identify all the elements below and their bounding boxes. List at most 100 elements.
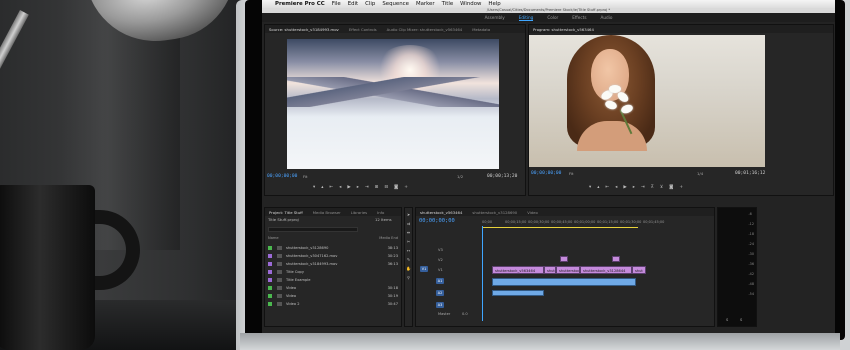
source-timecode[interactable]: 00;00;00;00 [267, 174, 297, 179]
v2-title-clip-2[interactable] [612, 256, 620, 262]
tab-sequence-2[interactable]: shutterstock_v3128690 [472, 210, 517, 215]
workspace-effects[interactable]: Effects [572, 15, 586, 20]
program-fit-select[interactable]: Fit [569, 171, 573, 176]
workspace-assembly[interactable]: Assembly [485, 15, 505, 20]
mark-in-icon[interactable]: ▾ [313, 185, 315, 190]
project-item[interactable]: Video 30:18 [268, 284, 398, 291]
project-item[interactable]: Title Copy [268, 268, 398, 275]
program-step-forward-icon[interactable]: ▸ [633, 185, 635, 190]
playhead[interactable] [482, 226, 483, 321]
project-item[interactable]: Title Example [268, 276, 398, 283]
pen-tool-icon[interactable]: ✎ [407, 257, 410, 262]
zoom-tool-icon[interactable]: ⚲ [407, 275, 410, 280]
track-select-tool-icon[interactable]: ⇉ [407, 221, 410, 226]
menu-edit[interactable]: Edit [348, 1, 358, 7]
insert-icon[interactable]: ⊞ [375, 185, 379, 190]
program-mark-in-icon[interactable]: ▾ [589, 185, 591, 190]
track-a2-button[interactable]: A2 [436, 290, 444, 296]
step-forward-icon[interactable]: ▸ [357, 185, 359, 190]
tab-libraries[interactable]: Libraries [351, 210, 367, 215]
camera-icon[interactable]: ◙ [394, 185, 398, 190]
extract-icon[interactable]: ⊻ [660, 185, 663, 190]
meter-solo-left[interactable]: S [726, 318, 728, 322]
slip-tool-icon[interactable]: ↔ [407, 248, 410, 253]
menu-sequence[interactable]: Sequence [382, 1, 409, 7]
program-mark-out-icon[interactable]: ▴ [597, 185, 599, 190]
app-menu[interactable]: Premiere Pro CC [275, 1, 325, 7]
track-a1-button[interactable]: A1 [436, 278, 444, 284]
tab-info[interactable]: Info [377, 210, 384, 215]
tab-audio-clip-mixer[interactable]: Audio Clip Mixer: shutterstock_v563464 [387, 27, 463, 32]
menu-title[interactable]: Title [442, 1, 454, 7]
column-media-end[interactable]: Media End [379, 236, 398, 241]
menu-help[interactable]: Help [488, 1, 500, 7]
menu-file[interactable]: File [332, 1, 341, 7]
menu-clip[interactable]: Clip [365, 1, 375, 7]
program-resolution-select[interactable]: 1/4 [697, 171, 703, 176]
program-go-to-in-icon[interactable]: ⇤ [605, 185, 609, 190]
v1-clip-4[interactable]: shutterstock_v3128644 [580, 266, 632, 274]
program-timecode[interactable]: 00;00;00;00 [531, 171, 561, 176]
work-area-bar[interactable] [482, 227, 638, 228]
meter-solo-right[interactable]: S [740, 318, 742, 322]
label-color-swatch[interactable] [268, 277, 272, 282]
source-fit-select[interactable]: Fit [303, 174, 307, 179]
v1-clip-5[interactable]: shut [632, 266, 646, 274]
tab-program[interactable]: Program: shutterstock_v563464 [533, 27, 594, 32]
tab-source[interactable]: Source: shutterstock_v3184993.mov [269, 27, 339, 32]
play-icon[interactable]: ▶ [347, 185, 350, 190]
master-volume[interactable]: 0.0 [462, 312, 468, 316]
razor-tool-icon[interactable]: ✂ [407, 239, 410, 244]
program-step-back-icon[interactable]: ◂ [615, 185, 617, 190]
go-to-out-icon[interactable]: ⇥ [365, 185, 369, 190]
label-color-swatch[interactable] [268, 293, 272, 298]
menu-window[interactable]: Window [460, 1, 481, 7]
column-name[interactable]: Name [268, 236, 279, 241]
project-item[interactable]: shutterstock_v3128690 38:13 [268, 244, 398, 251]
add-button-icon[interactable]: + [404, 185, 408, 190]
program-camera-icon[interactable]: ◙ [669, 185, 673, 190]
v2-title-clip[interactable] [560, 256, 568, 262]
program-go-to-out-icon[interactable]: ⇥ [641, 185, 645, 190]
a2-audio-clip[interactable] [492, 290, 544, 296]
program-video-frame[interactable] [529, 35, 765, 167]
project-item[interactable]: Video 30:19 [268, 292, 398, 299]
label-color-swatch[interactable] [268, 253, 272, 258]
timeline-timecode[interactable]: 00;00;00;00 [419, 218, 455, 224]
workspace-color[interactable]: Color [547, 15, 558, 20]
label-color-swatch[interactable] [268, 285, 272, 290]
project-search-input[interactable] [268, 227, 358, 232]
label-color-swatch[interactable] [268, 269, 272, 274]
a1-audio-clip[interactable] [492, 278, 636, 286]
v1-clip-3[interactable]: shutterstock_v3128690 [556, 266, 580, 274]
source-video-frame[interactable] [287, 39, 499, 169]
project-item[interactable]: Video 2 30:47 [268, 300, 398, 307]
tab-sequence-3[interactable]: Video [527, 210, 538, 215]
tab-metadata[interactable]: Metadata [472, 27, 490, 32]
program-add-button-icon[interactable]: + [679, 185, 683, 190]
mark-out-icon[interactable]: ▴ [321, 185, 323, 190]
track-a3-button[interactable]: A3 [436, 302, 444, 308]
tab-project[interactable]: Project: Title Stuff [269, 210, 303, 215]
workspace-audio[interactable]: Audio [601, 15, 613, 20]
source-resolution-select[interactable]: 1/2 [457, 174, 463, 179]
program-play-icon[interactable]: ▶ [623, 185, 626, 190]
go-to-in-icon[interactable]: ⇤ [329, 185, 333, 190]
v1-clip-2[interactable]: shut [544, 266, 556, 274]
tab-effect-controls[interactable]: Effect Controls [349, 27, 377, 32]
workspace-editing[interactable]: Editing [518, 15, 534, 21]
step-back-icon[interactable]: ◂ [339, 185, 341, 190]
time-ruler[interactable]: 00;00 00;00;15;00 00;00;30;00 00;00;45;00 00… [482, 220, 666, 224]
ripple-edit-tool-icon[interactable]: ⇹ [407, 230, 410, 235]
project-item[interactable]: shutterstock_v3184993.mov 36:13 [268, 260, 398, 267]
tab-sequence-1[interactable]: shutterstock_v563464 [420, 210, 462, 215]
project-item[interactable]: shutterstock_v3047162.mov 30:23 [268, 252, 398, 259]
label-color-swatch[interactable] [268, 301, 272, 306]
source-patch-v1[interactable]: V1 [420, 266, 428, 272]
lift-icon[interactable]: ⊼ [651, 185, 654, 190]
overwrite-icon[interactable]: ⊟ [384, 185, 388, 190]
selection-tool-icon[interactable]: ➤ [407, 212, 410, 217]
tab-media-browser[interactable]: Media Browser [313, 210, 341, 215]
menu-marker[interactable]: Marker [416, 1, 435, 7]
label-color-swatch[interactable] [268, 261, 272, 266]
